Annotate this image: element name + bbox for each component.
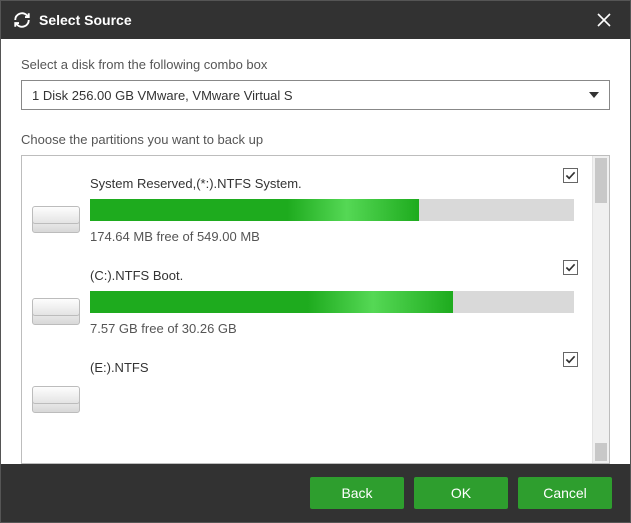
- dialog-content: Select a disk from the following combo b…: [1, 39, 630, 464]
- disk-combo[interactable]: 1 Disk 256.00 GB VMware, VMware Virtual …: [21, 80, 610, 110]
- disk-drive-icon: [32, 202, 80, 238]
- partition-free-text: 174.64 MB free of 549.00 MB: [90, 229, 574, 244]
- partition-name: (C:).NTFS Boot.: [90, 268, 574, 283]
- partition-checkbox[interactable]: [563, 168, 578, 183]
- partition-usage-bar: [90, 199, 574, 221]
- partition-item: (E:).NTFS: [32, 346, 578, 418]
- disk-drive-icon: [32, 294, 80, 330]
- scrollbar[interactable]: [592, 156, 609, 463]
- partition-item: (C:).NTFS Boot. 7.57 GB free of 30.26 GB: [32, 254, 578, 346]
- disk-select-label: Select a disk from the following combo b…: [21, 57, 610, 72]
- disk-drive-icon: [32, 382, 80, 418]
- disk-combo-selected: 1 Disk 256.00 GB VMware, VMware Virtual …: [32, 88, 589, 103]
- ok-button[interactable]: OK: [414, 477, 508, 509]
- partition-list-container: System Reserved,(*:).NTFS System. 174.64…: [21, 155, 610, 464]
- partition-usage-fill: [90, 291, 453, 313]
- partition-free-text: 7.57 GB free of 30.26 GB: [90, 321, 574, 336]
- partition-name: System Reserved,(*:).NTFS System.: [90, 176, 574, 191]
- dialog-footer: Back OK Cancel: [1, 464, 630, 522]
- partitions-label: Choose the partitions you want to back u…: [21, 132, 610, 147]
- partition-list: System Reserved,(*:).NTFS System. 174.64…: [22, 156, 592, 463]
- scrollbar-down-stub[interactable]: [595, 443, 607, 461]
- cancel-button[interactable]: Cancel: [518, 477, 612, 509]
- partition-checkbox[interactable]: [563, 260, 578, 275]
- dialog-title: Select Source: [39, 12, 590, 28]
- scrollbar-thumb[interactable]: [595, 158, 607, 203]
- close-button[interactable]: [590, 6, 618, 34]
- refresh-arrows-icon: [13, 11, 31, 29]
- partition-name: (E:).NTFS: [90, 360, 574, 375]
- partition-checkbox[interactable]: [563, 352, 578, 367]
- titlebar: Select Source: [1, 1, 630, 39]
- partition-usage-bar: [90, 291, 574, 313]
- back-button[interactable]: Back: [310, 477, 404, 509]
- partition-usage-fill: [90, 199, 419, 221]
- chevron-down-icon: [589, 92, 599, 98]
- partition-item: System Reserved,(*:).NTFS System. 174.64…: [32, 162, 578, 254]
